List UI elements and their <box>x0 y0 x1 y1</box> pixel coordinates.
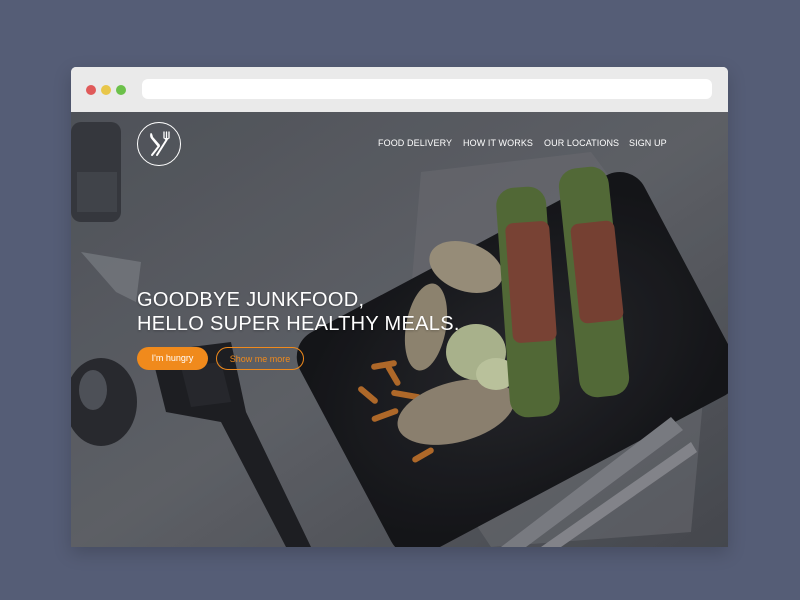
hero-headline-line2: HELLO SUPER HEALTHY MEALS. <box>137 313 460 335</box>
browser-toolbar <box>71 67 728 113</box>
show-me-more-button[interactable]: Show me more <box>216 347 304 370</box>
browser-window: FOOD DELIVERY HOW IT WORKS OUR LOCATIONS… <box>71 67 728 547</box>
main-navigation: FOOD DELIVERY HOW IT WORKS OUR LOCATIONS… <box>71 138 728 152</box>
nav-sign-up[interactable]: SIGN UP <box>629 138 667 148</box>
minimize-window-button[interactable] <box>101 85 111 95</box>
hero-headline-line1: GOODBYE JUNKFOOD, <box>137 289 365 311</box>
im-hungry-button[interactable]: I'm hungry <box>137 347 208 370</box>
address-bar[interactable] <box>142 79 712 99</box>
maximize-window-button[interactable] <box>116 85 126 95</box>
nav-food-delivery[interactable]: FOOD DELIVERY <box>378 138 452 148</box>
hero-headline: GOODBYE JUNKFOOD, HELLO SUPER HEALTHY ME… <box>137 288 460 336</box>
nav-our-locations[interactable]: OUR LOCATIONS <box>544 138 619 148</box>
page-viewport: FOOD DELIVERY HOW IT WORKS OUR LOCATIONS… <box>71 112 728 547</box>
nav-how-it-works[interactable]: HOW IT WORKS <box>463 138 533 148</box>
close-window-button[interactable] <box>86 85 96 95</box>
